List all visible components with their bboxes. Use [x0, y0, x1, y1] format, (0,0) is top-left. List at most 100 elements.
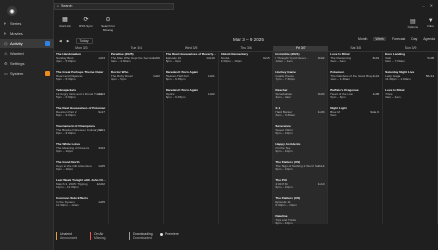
episode-event[interactable]: Daredevil: Born Again Optics 6pm – 6:45pm 1…: [165, 89, 216, 104]
view-forecast[interactable]: Forecast: [392, 37, 405, 41]
episode-time: 9pm – 10pm: [275, 186, 293, 190]
sidebar-item-label: Series: [10, 21, 22, 26]
episode-event[interactable]: Yellowjackets 12 Angry Girls and 1 Drunk …: [55, 89, 106, 104]
button-label: Search for Missing: [101, 24, 115, 32]
day-column: Euro Landing Vals 6am – 7:00am 5x05 Saturday…: [383, 52, 438, 224]
episode-number: 1x03: [317, 110, 325, 114]
episode-event[interactable]: The White Lotus The Meaning of Dreams 9pm …: [55, 143, 106, 158]
episode-event[interactable]: Dateline Tips and Tricks 9pm – 10pm: [274, 215, 325, 230]
system-badge: [45, 71, 50, 76]
legend-sub: Missing: [94, 236, 106, 240]
button-label: Options: [407, 25, 418, 29]
episode-number: 1x01: [207, 74, 215, 78]
prev-week-button[interactable]: ◀: [59, 39, 62, 43]
view-week[interactable]: Week: [373, 37, 387, 41]
sidebar: ◉ ⏵ Series ⏵ Movies ◷ Activity ⚠ Wanted ⚙ Set…: [0, 0, 54, 250]
episode-event[interactable]: Pokemon The Rainbow of the Giant Bray 1am …: [329, 71, 380, 86]
toolbar-ribbon: ▦ iCal Link ⟳ RSS Sync ⊙ Search for Missing…: [54, 14, 438, 36]
episode-event[interactable]: Reacher Smackdown 3am – 4am 3x03: [274, 89, 325, 104]
episode-event[interactable]: The Flatters (US) The Sign of Nothing It …: [274, 161, 325, 176]
episode-time: 11:30pm – 1:00am: [385, 78, 411, 82]
view-day[interactable]: Day: [411, 37, 417, 41]
legend-on-air: On Air Missing: [90, 232, 106, 240]
episode-time: 9:30pm – 10pm: [275, 204, 297, 208]
app-logo-icon[interactable]: ◉: [7, 6, 17, 16]
filter-button[interactable]: ▼ Filter: [427, 18, 434, 28]
next-week-button[interactable]: ▶: [67, 39, 70, 43]
sidebar-item-settings[interactable]: ⚙ Settings: [0, 59, 54, 68]
rss-sync-button[interactable]: ⟳ RSS Sync: [77, 16, 95, 28]
episode-time: 9pm – 10pm: [56, 168, 74, 172]
episode-event[interactable]: Tournament of Champions The Bracket Ninet…: [55, 125, 106, 140]
date-range-title: Mar 3 – 9 2025: [233, 37, 264, 42]
sidebar-item-label: Movies: [10, 31, 23, 36]
episode-time: 3am – 4:00am: [110, 60, 131, 64]
episode-time: 9pm – 10pm: [275, 132, 293, 136]
episode-event[interactable]: The Pitt 4:00 P.M. 9pm – 10pm 1x10: [274, 179, 325, 194]
search-icon: ⊙: [105, 17, 111, 23]
sidebar-item-activity[interactable]: ◷ Activity: [0, 39, 54, 48]
day-column: The Handmaiden Sunday Best 4pm – 5:00pm 1x0…: [54, 52, 109, 224]
sidebar-item-series[interactable]: ⏵ Series: [0, 19, 54, 28]
episode-number: 1x06: [153, 56, 160, 60]
episode-event[interactable]: Happy Accidents On the Tee 9pm – 10pm: [274, 143, 325, 158]
episode-event[interactable]: Doctor Who The Ruby Road 4pm – 5pm 1x02: [110, 71, 161, 86]
day-column: Paradise (2025) The Man Who Kept the Secr…: [109, 52, 164, 224]
episode-event[interactable]: Night Light Blue M 5am Side K: [329, 107, 380, 122]
view-month[interactable]: Month: [358, 37, 367, 41]
sidebar-item-label: Activity: [10, 41, 23, 46]
search-input[interactable]: ⌕ Search: [54, 3, 174, 10]
episode-time: 9pm – 10pm: [56, 150, 74, 154]
legend: Unaired Announced On Air Missing Downloadi…: [54, 232, 438, 250]
episode-time: 5pm – 5:30pm: [56, 78, 76, 82]
search-text: Search: [61, 4, 73, 8]
episode-event[interactable]: Hockey Game Goalie Pause 7pm – 7:30pm: [274, 71, 325, 86]
episode-event[interactable]: Daredevil: Born Again Heaven Half Full 6pm…: [165, 71, 216, 86]
ical-link-button[interactable]: ▦ iCal Link: [56, 16, 74, 28]
episode-number: 6x01: [98, 128, 105, 132]
episode-event[interactable]: Saturday Night Live Lady Gaga 11:30pm – 1:…: [384, 71, 435, 86]
episode-event[interactable]: Severance Sweet Vitriol 9pm – 10pm: [274, 125, 325, 140]
episode-event[interactable]: The Handmaiden Sunday Best 4pm – 5:00pm 1x0…: [55, 53, 106, 68]
episode-time: 9pm – 10pm: [275, 168, 293, 172]
episode-event[interactable]: Last Week Tonight with John Ol… March 2, …: [55, 179, 106, 194]
episode-time: 6pm – 6:45pm: [165, 78, 186, 82]
episode-event[interactable]: Abbott Elementary Scuba 9:30pm – 10pm 4x15: [220, 53, 271, 68]
today-button[interactable]: Today: [75, 37, 93, 44]
episode-event[interactable]: The Real Housewives of Potomac Reunion Pa…: [55, 107, 106, 122]
episode-event[interactable]: Buffalo's Dragonea Heart of the Lion 5pm –…: [329, 89, 380, 104]
episode-number: 12x02: [96, 182, 105, 186]
episode-event[interactable]: The Great Perhaps Theme Outer Heart and P…: [55, 71, 106, 86]
episode-event[interactable]: Invincible (2021) I Thought You'd Never… 1…: [274, 53, 325, 68]
sidebar-item-movies[interactable]: ⏵ Movies: [0, 29, 54, 38]
episode-number: 5x05: [427, 56, 435, 60]
episode-time: 5am: [330, 114, 337, 118]
search-icon: ⌕: [57, 4, 60, 8]
episode-event[interactable]: Euro Landing Vals 6am – 7:00am 5x05: [384, 53, 435, 68]
episode-event[interactable]: The Flatters (US) Episode 11 9:30pm – 10pm: [274, 197, 325, 212]
episode-event[interactable]: The Real Housewives of Beverly… Episode 1…: [165, 53, 216, 68]
sidebar-item-label: Wanted: [10, 51, 24, 56]
episode-time: 11pm – 11:30pm: [56, 186, 79, 190]
sidebar-item-wanted[interactable]: ⚠ Wanted: [0, 49, 54, 58]
legend-sub: Downloaded: [133, 236, 152, 240]
episode-event[interactable]: Paradise (2025) The Man Who Kept the Secr…: [110, 53, 161, 68]
episode-event[interactable]: Love Is Blind The Reckoning 3am – 4am 8x01: [329, 53, 380, 68]
episode-event[interactable]: The Good North Keys to the Gift Adventure…: [55, 161, 106, 176]
view-agenda[interactable]: Agenda: [423, 37, 435, 41]
episode-number: 1x05: [98, 200, 105, 204]
legend-downloading: Downloading Downloaded: [129, 232, 153, 240]
search-missing-button[interactable]: ⊙ Search for Missing: [97, 16, 119, 32]
episode-number: 1x21: [372, 74, 380, 78]
main-area: ⌕ Search – ✕ ▦ iCal Link ⟳ RSS Sync ⊙ Search…: [54, 0, 438, 250]
episode-event[interactable]: X-1 Hard Banter 3am – 3:30am 1x03: [274, 107, 325, 122]
sidebar-item-system[interactable]: ▭ System: [0, 69, 54, 78]
episode-event[interactable]: Love Is Blind Trixie 3am – 4am: [384, 89, 435, 104]
sidebar-item-label: Settings: [10, 61, 25, 66]
window-controls[interactable]: – ✕: [422, 3, 435, 8]
episode-number: 1x10: [317, 182, 325, 186]
sidebar-item-label: System: [10, 71, 24, 76]
episode-time: 9pm – 10pm: [275, 222, 293, 226]
options-button[interactable]: ▤ Options: [408, 18, 418, 29]
episode-event[interactable]: Common Side Effects In the System 11:30pm …: [55, 197, 106, 212]
